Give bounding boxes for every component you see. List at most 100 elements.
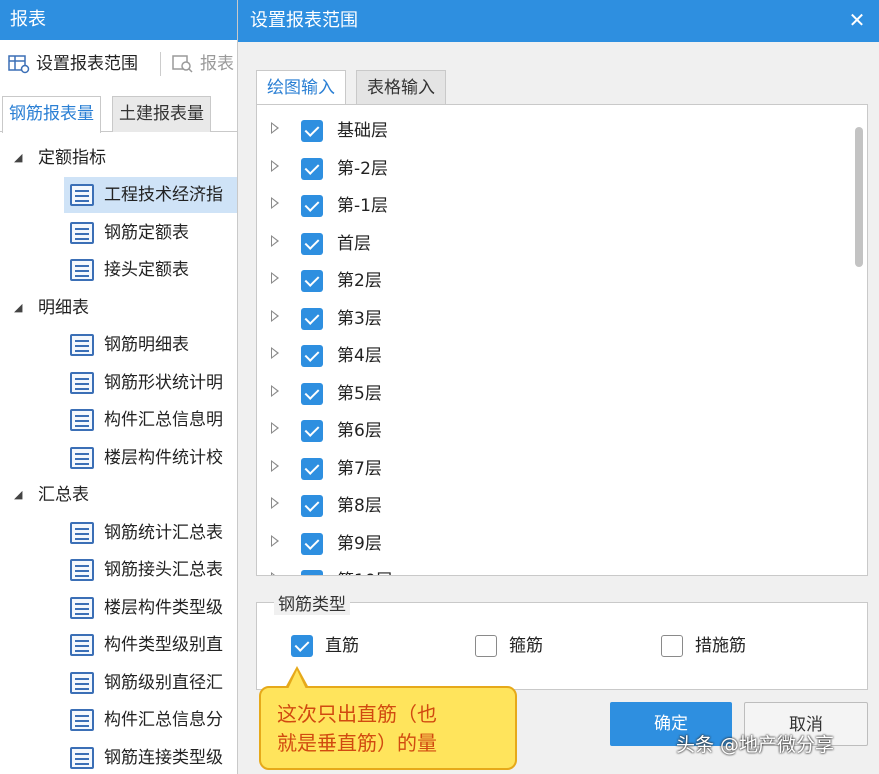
floor-checkbox[interactable] (301, 270, 323, 292)
tree-item[interactable]: 钢筋形状统计明 (0, 365, 237, 401)
tree-item[interactable]: 钢筋定额表 (0, 215, 237, 251)
floor-checkbox[interactable] (301, 195, 323, 217)
report-window: 报表 设置报表范围 报表 钢筋报表量 土建报表量 ◢ 定额指标 工程技术经济指 钢… (0, 0, 238, 774)
report-window-title: 报表 (0, 0, 237, 40)
document-icon (70, 334, 94, 356)
tree-item[interactable]: 楼层构件类型级 (0, 590, 237, 626)
document-icon (70, 709, 94, 731)
dialog-title: 设置报表范围 (238, 0, 879, 42)
document-icon (70, 522, 94, 544)
floor-checkbox[interactable] (301, 420, 323, 442)
table-search-icon (172, 55, 193, 73)
scrollbar-thumb[interactable] (855, 127, 863, 267)
document-icon (70, 222, 94, 244)
collapse-caret-icon[interactable]: ◢ (14, 140, 22, 176)
measure-rebar-checkbox[interactable] (661, 635, 683, 657)
stirrup-checkbox[interactable] (475, 635, 497, 657)
document-icon (70, 372, 94, 394)
tree-item[interactable]: 工程技术经济指 (64, 177, 237, 213)
expand-arrow-icon[interactable] (271, 497, 279, 509)
document-icon (70, 447, 94, 469)
rebar-type-group: 直筋 箍筋 措施筋 (256, 602, 868, 690)
tree-group-quota[interactable]: ◢ 定额指标 (0, 140, 237, 176)
floor-checkbox[interactable] (301, 233, 323, 255)
floor-checkbox[interactable] (301, 570, 323, 575)
annotation-callout: 这次只出直筋（也 就是垂直筋）的量 (259, 666, 517, 770)
floor-checkbox[interactable] (301, 383, 323, 405)
straight-rebar-checkbox[interactable] (291, 635, 313, 657)
tree-item[interactable]: 钢筋明细表 (0, 327, 237, 363)
floor-row[interactable]: 首层 (257, 226, 847, 263)
close-icon[interactable]: ✕ (841, 4, 873, 36)
tree-item[interactable]: 钢筋级别直径汇 (0, 665, 237, 701)
toolbar-divider (160, 52, 161, 76)
tree-item[interactable]: 钢筋连接类型级 (0, 740, 237, 774)
tree-item[interactable]: 接头定额表 (0, 252, 237, 288)
tab-rebar-report[interactable]: 钢筋报表量 (2, 96, 101, 133)
expand-arrow-icon[interactable] (271, 235, 279, 247)
table-settings-icon (8, 55, 30, 74)
floor-list: 基础层 第-2层 第-1层 首层 第2层 第3层 第4层 第5层 第6层 第7层… (256, 104, 868, 576)
document-icon (70, 634, 94, 656)
floor-row[interactable]: 第-1层 (257, 188, 847, 225)
floor-row[interactable]: 第7层 (257, 451, 847, 488)
expand-arrow-icon[interactable] (271, 572, 279, 575)
floor-checkbox[interactable] (301, 458, 323, 480)
watermark: 头条 @地产微分享 (676, 734, 835, 756)
floor-row[interactable]: 第5层 (257, 376, 847, 413)
expand-arrow-icon[interactable] (271, 310, 279, 322)
report-search-button[interactable]: 报表 (172, 50, 234, 78)
tree-item[interactable]: 楼层构件统计校 (0, 440, 237, 476)
floor-checkbox[interactable] (301, 533, 323, 555)
report-search-label: 报表 (200, 54, 234, 74)
tree-item[interactable]: 钢筋接头汇总表 (0, 552, 237, 588)
rebar-type-legend: 钢筋类型 (274, 590, 350, 615)
expand-arrow-icon[interactable] (271, 197, 279, 209)
floor-row[interactable]: 第10层 (257, 563, 847, 575)
tree-group-detail[interactable]: ◢ 明细表 (0, 290, 237, 326)
floor-row[interactable]: 第2层 (257, 263, 847, 300)
document-icon (70, 672, 94, 694)
expand-arrow-icon[interactable] (271, 460, 279, 472)
floor-row[interactable]: 第-2层 (257, 151, 847, 188)
expand-arrow-icon[interactable] (271, 122, 279, 134)
floor-row[interactable]: 第4层 (257, 338, 847, 375)
callout-line-1: 这次只出直筋（也 (277, 702, 437, 726)
expand-arrow-icon[interactable] (271, 347, 279, 359)
collapse-caret-icon[interactable]: ◢ (14, 290, 22, 326)
document-icon (70, 409, 94, 431)
document-icon (70, 184, 94, 206)
expand-arrow-icon[interactable] (271, 385, 279, 397)
tree-item[interactable]: 钢筋统计汇总表 (0, 515, 237, 551)
report-toolbar: 设置报表范围 报表 (0, 44, 237, 84)
floor-row[interactable]: 基础层 (257, 113, 847, 150)
floor-checkbox[interactable] (301, 158, 323, 180)
collapse-caret-icon[interactable]: ◢ (14, 477, 22, 513)
document-icon (70, 259, 94, 281)
tab-table-input[interactable]: 表格输入 (356, 70, 446, 104)
document-icon (70, 597, 94, 619)
expand-arrow-icon[interactable] (271, 535, 279, 547)
floor-row[interactable]: 第6层 (257, 413, 847, 450)
floor-row[interactable]: 第8层 (257, 488, 847, 525)
floor-checkbox[interactable] (301, 495, 323, 517)
tab-draw-input[interactable]: 绘图输入 (256, 70, 346, 106)
tab-civil-report[interactable]: 土建报表量 (112, 96, 211, 132)
set-range-button[interactable]: 设置报表范围 (8, 50, 138, 78)
tree-group-summary[interactable]: ◢ 汇总表 (0, 477, 237, 513)
document-icon (70, 559, 94, 581)
floor-checkbox[interactable] (301, 120, 323, 142)
callout-line-2: 就是垂直筋）的量 (277, 731, 437, 755)
set-range-label: 设置报表范围 (36, 54, 138, 74)
floor-checkbox[interactable] (301, 345, 323, 367)
expand-arrow-icon[interactable] (271, 422, 279, 434)
floor-row[interactable]: 第3层 (257, 301, 847, 338)
tree-item[interactable]: 构件类型级别直 (0, 627, 237, 663)
expand-arrow-icon[interactable] (271, 272, 279, 284)
expand-arrow-icon[interactable] (271, 160, 279, 172)
floor-checkbox[interactable] (301, 308, 323, 330)
tree-item[interactable]: 构件汇总信息分 (0, 702, 237, 738)
floor-row[interactable]: 第9层 (257, 526, 847, 563)
document-icon (70, 747, 94, 769)
tree-item[interactable]: 构件汇总信息明 (0, 402, 237, 438)
